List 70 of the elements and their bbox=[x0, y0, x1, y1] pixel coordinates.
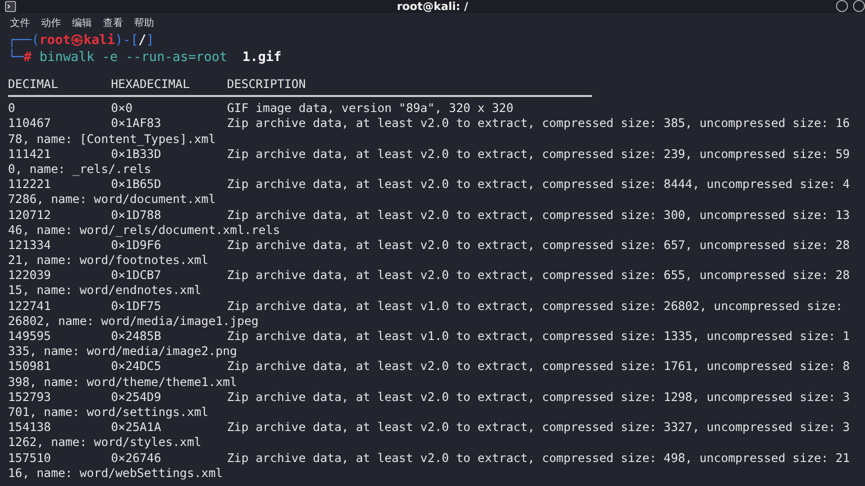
offset-hex: 0×1DCB7 bbox=[111, 268, 162, 284]
description-text: GIF image data, version "89a", 320 x 320 bbox=[227, 101, 514, 116]
description-text: 335, name: word/media/image2.png bbox=[8, 344, 238, 360]
terminal-icon bbox=[5, 1, 16, 12]
offset-hex: 0×25A1A bbox=[111, 420, 162, 436]
prompt-frame: )-[ bbox=[114, 33, 138, 50]
offset-hex: 0×1DF75 bbox=[111, 298, 162, 314]
offset-decimal: 154138 bbox=[8, 420, 52, 436]
description-text: Zip archive data, at least v2.0 to extract, compressed size: 498, uncompressed size: 21 bbox=[227, 450, 850, 466]
offset-hex: 0×24DC5 bbox=[111, 359, 162, 375]
description-text: Zip archive data, at least v2.0 to extract, compressed size: 385, uncompressed size: 16 bbox=[227, 116, 850, 132]
offset-hex: 0×1AF83 bbox=[111, 116, 162, 132]
description-text: Zip archive data, at least v2.0 to extract, compressed size: 239, uncompressed size: 59 bbox=[227, 146, 850, 162]
offset-hex: 0×1D788 bbox=[111, 208, 162, 223]
description-text: Zip archive data, at least v2.0 to extract, compressed size: 3327, uncompressed size: 3 bbox=[227, 420, 850, 436]
description-text: 1262, name: word/styles.xml bbox=[8, 435, 202, 450]
description-text: Zip archive data, at least v1.0 to extract, compressed size: 1335, uncompressed size: 1 bbox=[227, 329, 850, 344]
menu-item[interactable]: 帮助 bbox=[134, 16, 154, 30]
description-text: 15, name: word/endnotes.xml bbox=[8, 283, 202, 299]
prompt-path: / bbox=[138, 33, 146, 50]
offset-hex: 0×1B65D bbox=[111, 177, 162, 192]
offset-hex: 0×1D9F6 bbox=[111, 238, 162, 254]
menu-item[interactable]: 动作 bbox=[41, 16, 61, 30]
menu-item[interactable]: 编辑 bbox=[72, 16, 92, 30]
description-text: Zip archive data, at least v2.0 to extract, compressed size: 1298, uncompressed size: 3 bbox=[227, 390, 850, 405]
offset-hex: 0×2485B bbox=[111, 329, 162, 344]
offset-decimal: 157510 bbox=[8, 450, 52, 466]
menu-item[interactable]: 文件 bbox=[10, 16, 30, 30]
offset-decimal: 111421 bbox=[8, 146, 52, 162]
offset-decimal: 152793 bbox=[8, 390, 52, 405]
description-text: 7286, name: word/document.xml bbox=[8, 192, 216, 208]
description-text: Zip archive data, at least v2.0 to extract, compressed size: 300, uncompressed size: 13 bbox=[227, 208, 850, 223]
description-text: 46, name: word/_rels/document.xml.rels bbox=[8, 222, 280, 238]
description-text: 78, name: [Content_Types].xml bbox=[8, 132, 216, 147]
description-text: 21, name: word/footnotes.xml bbox=[8, 253, 208, 268]
offset-decimal: 0 bbox=[8, 101, 16, 116]
description-text: Zip archive data, at least v2.0 to extract, compressed size: 8444, uncompressed size: 4 bbox=[227, 177, 850, 192]
description-text: Zip archive data, at least v1.0 to extract, compressed size: 26802, uncompressed size: bbox=[227, 298, 843, 314]
menu-item[interactable]: 查看 bbox=[103, 16, 123, 30]
description-text: 398, name: word/theme/theme1.xml bbox=[8, 374, 238, 390]
offset-decimal: 121334 bbox=[8, 238, 52, 254]
prompt-frame: └─ bbox=[8, 50, 24, 67]
offset-decimal: 112221 bbox=[8, 177, 52, 192]
description-text: 0, name: _rels/.rels bbox=[8, 162, 152, 178]
offset-hex: 0×26746 bbox=[111, 450, 162, 466]
command-text: binwalk -e --run-as=root bbox=[39, 50, 228, 67]
description-text: Zip archive data, at least v2.0 to extract, compressed size: 1761, uncompressed size: 8 bbox=[227, 359, 850, 375]
offset-hex: 0×0 bbox=[111, 101, 134, 116]
command-argument: 1.gif bbox=[242, 50, 282, 67]
window-title: root@kali: / bbox=[396, 0, 468, 13]
description-text: Zip archive data, at least v2.0 to extract, compressed size: 655, uncompressed size: 28 bbox=[227, 268, 850, 284]
prompt-user: root㉿kali bbox=[39, 33, 115, 50]
prompt-frame: ┌──( bbox=[8, 33, 40, 50]
offset-decimal: 150981 bbox=[8, 359, 52, 375]
offset-decimal: 122039 bbox=[8, 268, 52, 284]
offset-decimal: 120712 bbox=[8, 208, 52, 223]
column-header: DESCRIPTION bbox=[227, 77, 306, 92]
description-text: 701, name: word/settings.xml bbox=[8, 404, 208, 420]
column-header: HEXADECIMAL bbox=[111, 77, 191, 92]
offset-hex: 0×254D9 bbox=[111, 390, 162, 405]
offset-decimal: 149595 bbox=[8, 329, 52, 344]
prompt-frame: ] bbox=[146, 33, 154, 50]
prompt-user: # bbox=[24, 50, 32, 67]
offset-decimal: 110467 bbox=[8, 116, 52, 132]
offset-hex: 0×1B33D bbox=[111, 146, 162, 162]
column-header: DECIMAL bbox=[8, 77, 60, 92]
offset-decimal: 122741 bbox=[8, 298, 52, 314]
description-text: 16, name: word/webSettings.xml bbox=[8, 466, 223, 481]
description-text: Zip archive data, at least v2.0 to extract, compressed size: 657, uncompressed size: 28 bbox=[227, 238, 850, 254]
description-text: 26802, name: word/media/image1.jpeg bbox=[8, 314, 259, 329]
